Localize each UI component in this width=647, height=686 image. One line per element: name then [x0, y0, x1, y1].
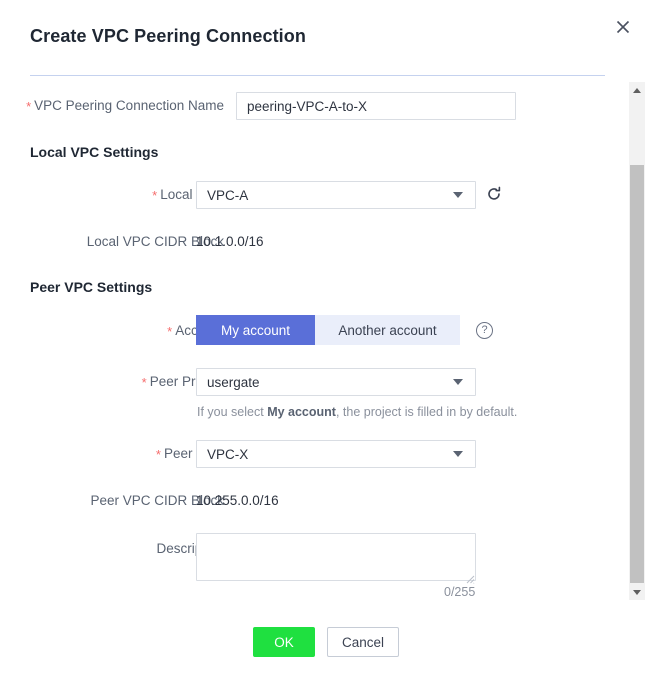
required-marker: * [141, 375, 147, 390]
vertical-scrollbar[interactable] [629, 82, 645, 600]
local-vpc-cidr-block-value: 10.1.0.0/16 [196, 234, 264, 249]
peer-vpc-select[interactable]: VPC-X [196, 440, 476, 468]
peer-project-hint-suffix: , the project is filled in by default. [335, 405, 518, 419]
section-title-peer-vpc-settings: Peer VPC Settings [30, 279, 153, 295]
header-divider [30, 75, 605, 76]
required-marker: * [152, 188, 158, 203]
description-textarea[interactable] [196, 533, 476, 581]
scrollbar-thumb[interactable] [630, 165, 644, 583]
cancel-button[interactable]: Cancel [327, 627, 399, 657]
account-segmented-control: My account Another account [196, 315, 460, 345]
page-title: Create VPC Peering Connection [30, 26, 306, 46]
required-marker: * [167, 324, 173, 339]
vpc-peering-connection-name-input[interactable] [236, 92, 516, 120]
account-option-my-account[interactable]: My account [196, 315, 315, 345]
ok-button[interactable]: OK [253, 627, 315, 657]
scroll-up-arrow-icon[interactable] [629, 82, 645, 98]
label-account: *Account [24, 323, 224, 340]
label-description: Description [156, 541, 224, 556]
local-vpc-select[interactable]: VPC-A [196, 181, 476, 209]
refresh-icon[interactable] [486, 186, 502, 207]
close-icon[interactable] [612, 16, 634, 38]
peer-project-hint-bold: My account [267, 405, 336, 419]
section-title-local-vpc-settings: Local VPC Settings [30, 144, 159, 160]
help-icon[interactable]: ? [476, 322, 493, 339]
account-option-another-account[interactable]: Another account [315, 315, 460, 345]
peer-vpc-cidr-block-value: 10.255.0.0/16 [196, 493, 279, 508]
peer-project-value: usergate [207, 374, 260, 390]
local-vpc-value: VPC-A [207, 187, 249, 203]
chevron-down-icon [453, 192, 463, 198]
chevron-down-icon [453, 451, 463, 457]
create-vpc-peering-dialog: Create VPC Peering Connection * VPC Peeri… [0, 0, 647, 686]
peer-vpc-value: VPC-X [207, 446, 249, 462]
scroll-down-arrow-icon[interactable] [629, 584, 645, 600]
chevron-down-icon [453, 379, 463, 385]
label-peer-vpc-cidr-block: Peer VPC CIDR Block [90, 493, 224, 508]
description-char-counter: 0/255 [444, 585, 476, 599]
label-vpc-peering-connection-name: * VPC Peering Connection Name [26, 98, 224, 114]
required-marker: * [26, 99, 32, 114]
label-local-vpc: * Local VPC [152, 187, 224, 203]
peer-project-select[interactable]: usergate [196, 368, 476, 396]
label-peer-project: * Peer Project [141, 374, 224, 390]
required-marker: * [155, 447, 161, 462]
peer-project-hint: If you select My account, the project is… [197, 405, 517, 419]
peer-project-hint-prefix: If you select [197, 405, 268, 419]
label-local-vpc-cidr-block: Local VPC CIDR Block [86, 234, 224, 249]
label-peer-vpc: * Peer VPC [155, 446, 224, 462]
